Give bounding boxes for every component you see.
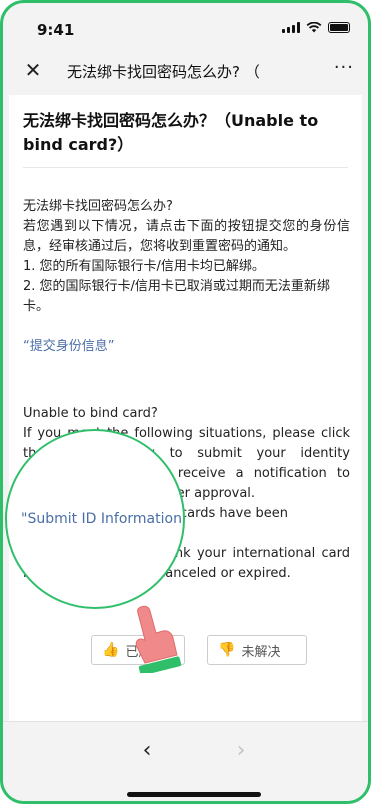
status-time: 9:41 [37, 21, 75, 39]
battery-icon [328, 22, 350, 33]
wifi-icon [306, 22, 322, 33]
submit-id-link-en[interactable]: "Submit ID Information" [21, 511, 183, 527]
thumbs-up-icon: 👍 [102, 642, 120, 658]
close-icon[interactable]: ✕ [21, 58, 45, 82]
status-bar: 9:41 [3, 3, 368, 47]
zh-paragraph: 若您遇到以下情况，请点击下面的按钮提交您的身份信息，经审核通过后，您将收到重置密… [23, 219, 350, 254]
en-heading: Unable to bind card? [23, 406, 158, 421]
signal-icon [282, 22, 300, 33]
forward-arrow-icon[interactable]: › [226, 736, 256, 766]
submit-id-link-zh[interactable]: “提交身份信息” [23, 337, 350, 357]
unsolved-label: 未解决 [241, 644, 281, 660]
phone-frame: 9:41 ✕ 无法绑卡找回密码怎么办? （ ··· 无法绑卡找回密码怎么办？（U… [0, 0, 371, 804]
zh-item-1: 1. 您的所有国际银行卡/信用卡均已解绑。 [23, 259, 265, 274]
zh-item-2: 2. 您的国际银行卡/信用卡已取消或过期而无法重新绑卡。 [23, 279, 330, 314]
more-icon[interactable]: ··· [334, 57, 354, 78]
pointing-hand-icon [135, 605, 182, 673]
feedback-row: 👍 已解决 👎 未解决 [9, 635, 362, 675]
page-title: 无法绑卡找回密码怎么办? （ [67, 63, 260, 81]
magnifier-lens: "Submit ID Information" [5, 429, 185, 609]
zh-heading: 无法绑卡找回密码怎么办? [23, 199, 173, 214]
nav-bar: ✕ 无法绑卡找回密码怎么办? （ ··· [3, 47, 368, 95]
thumbs-down-icon: 👎 [218, 642, 236, 658]
article-title: 无法绑卡找回密码怎么办？（Unable to bind card?） [23, 111, 319, 154]
bottom-toolbar: ‹ › [3, 721, 368, 801]
article-content: 无法绑卡找回密码怎么办？（Unable to bind card?） 无法绑卡找… [9, 95, 362, 721]
status-icons [282, 22, 350, 33]
divider [23, 167, 348, 168]
unsolved-button[interactable]: 👎 未解决 [207, 635, 307, 665]
back-arrow-icon[interactable]: ‹ [132, 736, 162, 766]
home-indicator [127, 792, 261, 797]
